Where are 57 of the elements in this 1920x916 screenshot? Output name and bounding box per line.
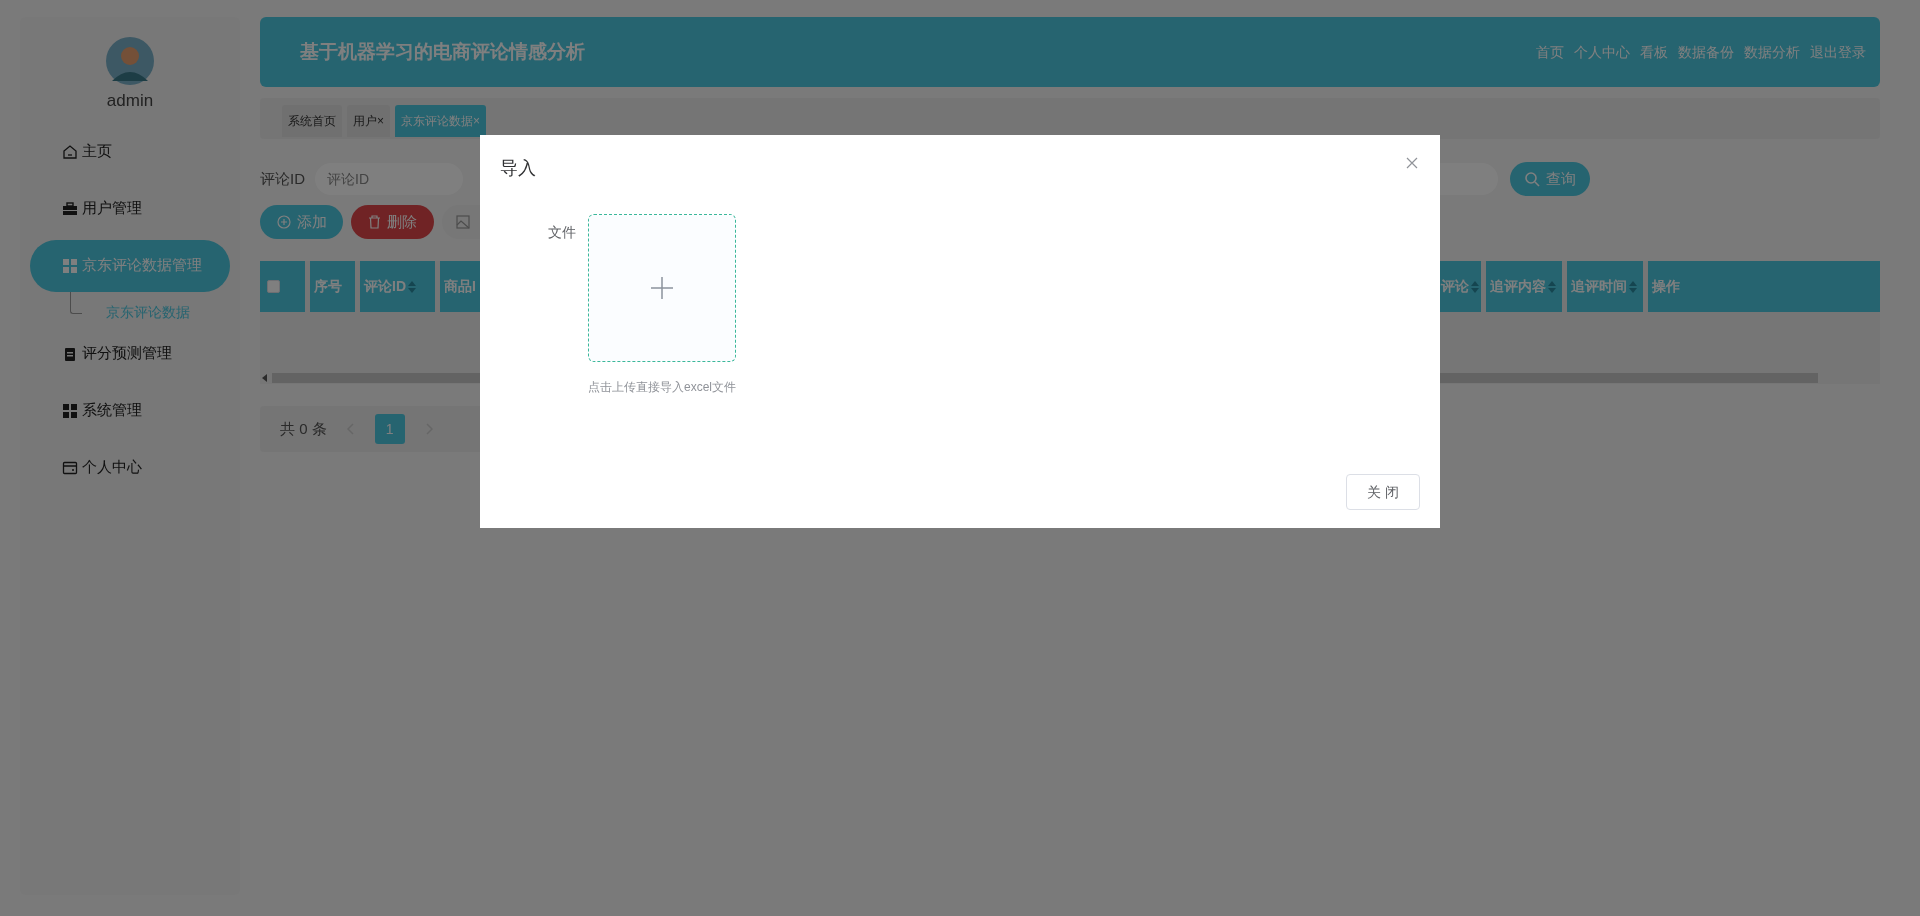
- search-button[interactable]: 查询: [1510, 162, 1590, 196]
- menu-item[interactable]: 评分预测管理: [30, 327, 230, 380]
- tab-close[interactable]: ×: [377, 112, 384, 130]
- tab[interactable]: 系统首页: [282, 105, 342, 137]
- close-icon[interactable]: [1406, 157, 1418, 169]
- menu-item[interactable]: 个人中心: [30, 441, 230, 494]
- nav-link[interactable]: 数据备份: [1678, 41, 1734, 63]
- search-field[interactable]: 评论ID: [315, 163, 463, 195]
- field-label: 文件: [547, 223, 577, 242]
- app-title: 基于机器学习的电商评论情感分析: [300, 39, 585, 64]
- tab-close[interactable]: ×: [473, 112, 481, 130]
- scroll-left-icon[interactable]: [262, 374, 268, 382]
- grid-icon: [62, 402, 78, 419]
- plus-icon: [650, 276, 674, 300]
- menu-item[interactable]: 京东评论数据管理: [30, 239, 230, 292]
- nav-link[interactable]: 退出登录: [1810, 41, 1866, 63]
- nav-link[interactable]: 数据分析: [1744, 41, 1800, 63]
- column-header: 操作: [1648, 261, 1880, 312]
- column-header: 追评内容: [1486, 261, 1562, 312]
- card-icon: [62, 459, 78, 476]
- close-button[interactable]: 关 闭: [1346, 474, 1420, 510]
- clipboard-icon: [62, 345, 78, 362]
- menu-item[interactable]: 主页: [30, 125, 230, 178]
- grid-icon: [62, 257, 78, 274]
- menu-item[interactable]: 系统管理: [30, 384, 230, 437]
- page-button[interactable]: 1: [374, 414, 405, 444]
- username: admin: [106, 90, 154, 112]
- column-header: 评论ID: [360, 261, 435, 312]
- dialog-title: 导入: [500, 157, 536, 180]
- image-icon: [456, 215, 470, 229]
- sort-icon[interactable]: [1548, 280, 1556, 293]
- sort-icon[interactable]: [1629, 280, 1637, 293]
- column-header: 追评时间: [1567, 261, 1643, 312]
- column-header: 序号: [310, 261, 355, 312]
- total-count: 共 0 条: [280, 418, 327, 439]
- upload-hint: 点击上传直接导入excel文件: [588, 379, 736, 396]
- checkbox[interactable]: [267, 280, 280, 293]
- menu-item[interactable]: 用户管理: [30, 182, 230, 235]
- tab[interactable]: 京东评论数据×: [395, 105, 487, 137]
- tree-line: [70, 291, 82, 314]
- home-icon: [62, 143, 78, 160]
- nav-link[interactable]: 看板: [1640, 41, 1668, 63]
- sort-icon[interactable]: [1471, 280, 1479, 293]
- upload-area[interactable]: [588, 214, 736, 362]
- search-icon: [1524, 171, 1540, 187]
- trash-icon: [368, 215, 381, 229]
- add-button[interactable]: 添加: [260, 205, 343, 239]
- tab[interactable]: 用户×: [347, 105, 390, 137]
- submenu-item[interactable]: 京东评论数据: [106, 301, 190, 323]
- plus-circle-icon: [276, 215, 291, 229]
- field-label: 评论ID: [260, 168, 305, 189]
- avatar: [106, 37, 154, 85]
- nav-link[interactable]: 个人中心: [1574, 41, 1630, 63]
- sort-icon[interactable]: [408, 280, 416, 293]
- briefcase-icon: [62, 200, 78, 217]
- delete-button[interactable]: 删除: [351, 205, 434, 239]
- nav-link[interactable]: 首页: [1536, 41, 1564, 63]
